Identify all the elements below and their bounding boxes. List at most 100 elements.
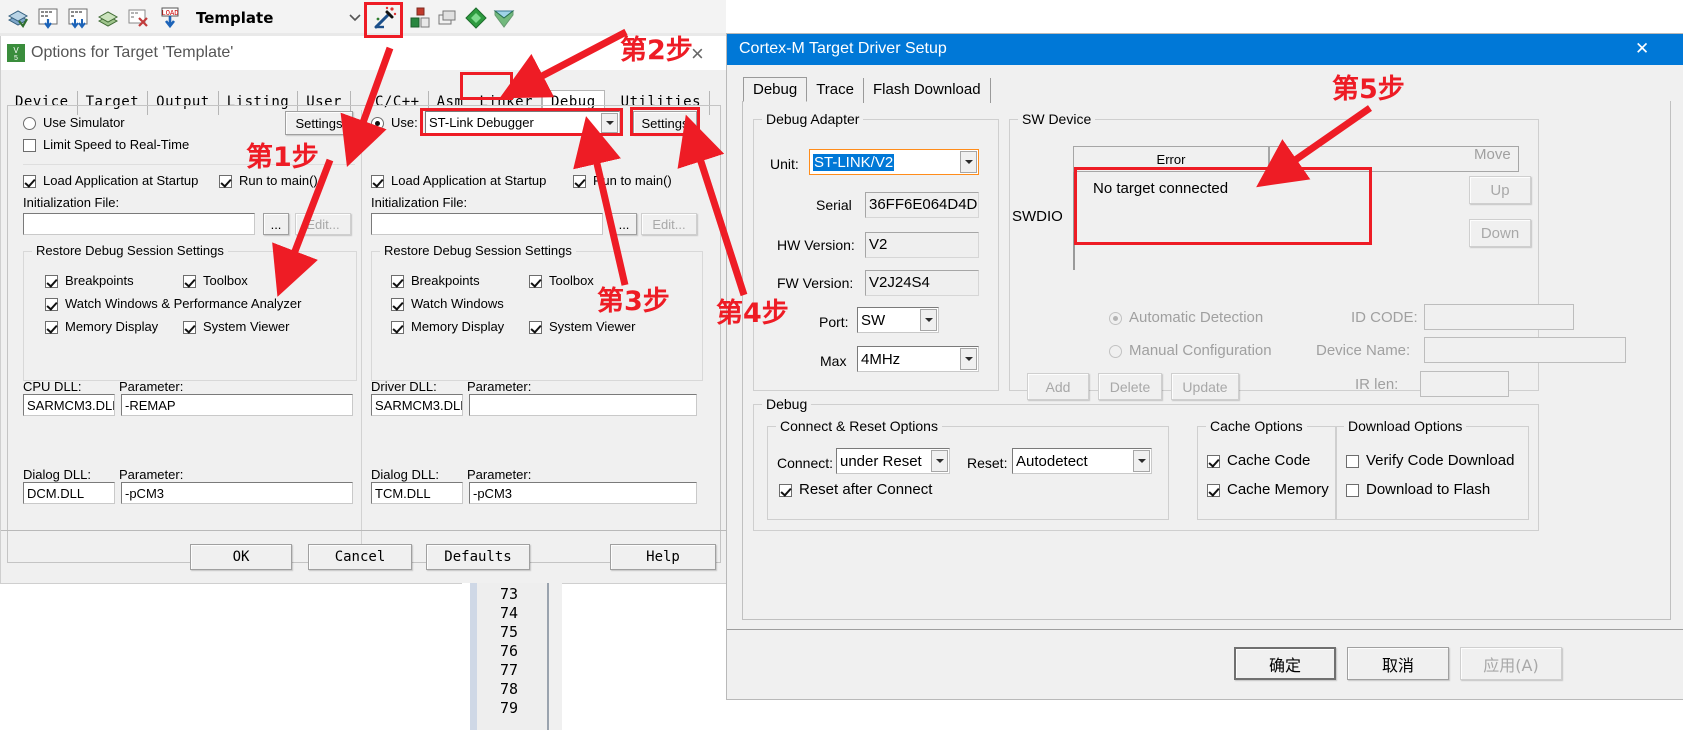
cpu-parameter-input[interactable]: -REMAP: [121, 394, 353, 416]
cortex-tab-flash-download[interactable]: Flash Download: [864, 78, 991, 103]
verify-code-download-checkbox[interactable]: [1346, 455, 1359, 468]
right-memory-display-checkbox[interactable]: [391, 321, 404, 334]
debugger-settings-button[interactable]: Settings: [633, 111, 697, 135]
right-system-viewer-checkbox[interactable]: [529, 321, 542, 334]
right-toolbox-checkbox[interactable]: [529, 275, 542, 288]
cancel-button[interactable]: Cancel: [308, 544, 412, 570]
use-simulator-radio[interactable]: [23, 117, 36, 130]
connect-reset-group-label: Connect & Reset Options: [776, 418, 942, 434]
manage-layers-icon[interactable]: [436, 6, 460, 30]
main-toolbar: LOAD Template: [0, 0, 726, 37]
limit-speed-checkbox[interactable]: [23, 139, 36, 152]
automatic-detection-label: Automatic Detection: [1129, 309, 1264, 326]
help-button[interactable]: Help: [610, 544, 716, 570]
driver-dll-input[interactable]: SARMCM3.DLL: [371, 394, 463, 416]
right-watch-windows-checkbox[interactable]: [391, 298, 404, 311]
reset-select[interactable]: Autodetect: [1012, 448, 1152, 474]
move-down-button: Down: [1469, 219, 1531, 247]
debugger-select[interactable]: ST-Link Debugger: [425, 111, 620, 135]
translate-icon[interactable]: [96, 6, 120, 30]
reset-value: Autodetect: [1016, 453, 1088, 470]
right-system-viewer-label: System Viewer: [549, 319, 636, 334]
right-dialog-parameter-input[interactable]: -pCM3: [469, 482, 697, 504]
cpu-dll-input[interactable]: SARMCM3.DLL: [23, 394, 115, 416]
verify-code-download-label: Verify Code Download: [1366, 452, 1515, 469]
stop-build-icon[interactable]: [126, 6, 150, 30]
left-load-app-checkbox[interactable]: [23, 175, 36, 188]
hw-version-value: V2: [865, 232, 979, 258]
right-dialog-dll-input[interactable]: TCM.DLL: [371, 482, 463, 504]
id-code-label: ID CODE:: [1351, 309, 1418, 326]
connect-select[interactable]: under Reset: [836, 448, 950, 474]
packs-icon[interactable]: [492, 6, 516, 30]
manage-components-icon[interactable]: [408, 6, 432, 30]
right-browse-button[interactable]: ...: [611, 213, 637, 235]
port-chevron-down-icon[interactable]: [920, 309, 937, 331]
update-button: Update: [1171, 373, 1239, 400]
target-dropdown-button[interactable]: [342, 4, 368, 30]
right-load-app-checkbox[interactable]: [371, 175, 384, 188]
left-dialog-parameter-input[interactable]: -pCM3: [121, 482, 353, 504]
left-init-file-input[interactable]: [23, 213, 255, 235]
right-init-file-label: Initialization File:: [371, 195, 468, 210]
right-toolbox-label: Toolbox: [549, 273, 594, 288]
reset-after-connect-label: Reset after Connect: [799, 481, 933, 498]
magic-wand-icon[interactable]: [372, 5, 397, 29]
cortex-close-icon[interactable]: ✕: [1635, 39, 1649, 59]
right-watch-windows-label: Watch Windows: [411, 296, 504, 311]
serial-value: 36FF6E064D4D3: [865, 192, 979, 218]
left-browse-button[interactable]: ...: [263, 213, 289, 235]
unit-chevron-down-icon[interactable]: [960, 151, 977, 173]
chevron-down-icon[interactable]: [601, 113, 618, 133]
connect-chevron-down-icon[interactable]: [931, 450, 948, 472]
right-load-app-label: Load Application at Startup: [391, 173, 547, 188]
max-clock-select[interactable]: 4MHz: [857, 346, 979, 372]
sw-device-list[interactable]: No target connected: [1073, 172, 1521, 270]
left-breakpoints-checkbox[interactable]: [45, 275, 58, 288]
unit-select[interactable]: ST-LINK/V2: [809, 149, 979, 175]
reset-chevron-down-icon[interactable]: [1133, 450, 1150, 472]
cortex-tab-trace[interactable]: Trace: [807, 78, 864, 103]
left-system-viewer-checkbox[interactable]: [183, 321, 196, 334]
cortex-apply-button: 应用(A): [1460, 647, 1562, 680]
configuration-wizard-icon[interactable]: [464, 6, 488, 30]
left-dialog-dll-input[interactable]: DCM.DLL: [23, 482, 115, 504]
left-toolbox-checkbox[interactable]: [183, 275, 196, 288]
build-icon[interactable]: [6, 6, 30, 30]
left-memory-display-checkbox[interactable]: [45, 321, 58, 334]
download-icon[interactable]: LOAD: [158, 6, 182, 30]
use-simulator-label: Use Simulator: [43, 115, 125, 130]
delete-button: Delete: [1098, 373, 1162, 400]
connect-value: under Reset: [840, 453, 922, 470]
use-debugger-radio[interactable]: [371, 117, 384, 130]
driver-dll-label: Driver DLL:: [371, 379, 437, 394]
left-run-to-main-checkbox[interactable]: [219, 175, 232, 188]
reset-after-connect-checkbox[interactable]: [779, 484, 792, 497]
defaults-button[interactable]: Defaults: [426, 544, 530, 570]
cache-code-checkbox[interactable]: [1207, 455, 1220, 468]
right-init-file-input[interactable]: [371, 213, 603, 235]
download-options-group-label: Download Options: [1344, 418, 1467, 434]
serial-label: Serial: [816, 197, 852, 213]
left-restore-group: Restore Debug Session Settings: [23, 243, 357, 381]
cache-options-group-label: Cache Options: [1206, 418, 1307, 434]
driver-parameter-input[interactable]: [469, 394, 697, 416]
download-to-flash-checkbox[interactable]: [1346, 484, 1359, 497]
port-select[interactable]: SW: [857, 307, 939, 333]
left-dialog-parameter-label: Parameter:: [119, 467, 184, 482]
annotation-step3: 第3步: [597, 286, 670, 317]
max-chevron-down-icon[interactable]: [960, 348, 977, 370]
batch-build-icon[interactable]: [66, 6, 90, 30]
right-run-to-main-checkbox[interactable]: [573, 175, 586, 188]
cortex-tab-debug[interactable]: Debug: [743, 77, 808, 102]
right-breakpoints-checkbox[interactable]: [391, 275, 404, 288]
use-debugger-label: Use:: [391, 115, 418, 130]
cortex-cancel-button[interactable]: 取消: [1347, 647, 1449, 680]
ok-button[interactable]: OK: [190, 544, 292, 570]
rebuild-icon[interactable]: [36, 6, 60, 30]
cortex-ok-button[interactable]: 确定: [1234, 647, 1336, 680]
editor-scrollbar[interactable]: [470, 583, 477, 730]
left-watch-windows-checkbox[interactable]: [45, 298, 58, 311]
simulator-settings-button[interactable]: Settings: [285, 111, 353, 135]
cache-memory-checkbox[interactable]: [1207, 484, 1220, 497]
